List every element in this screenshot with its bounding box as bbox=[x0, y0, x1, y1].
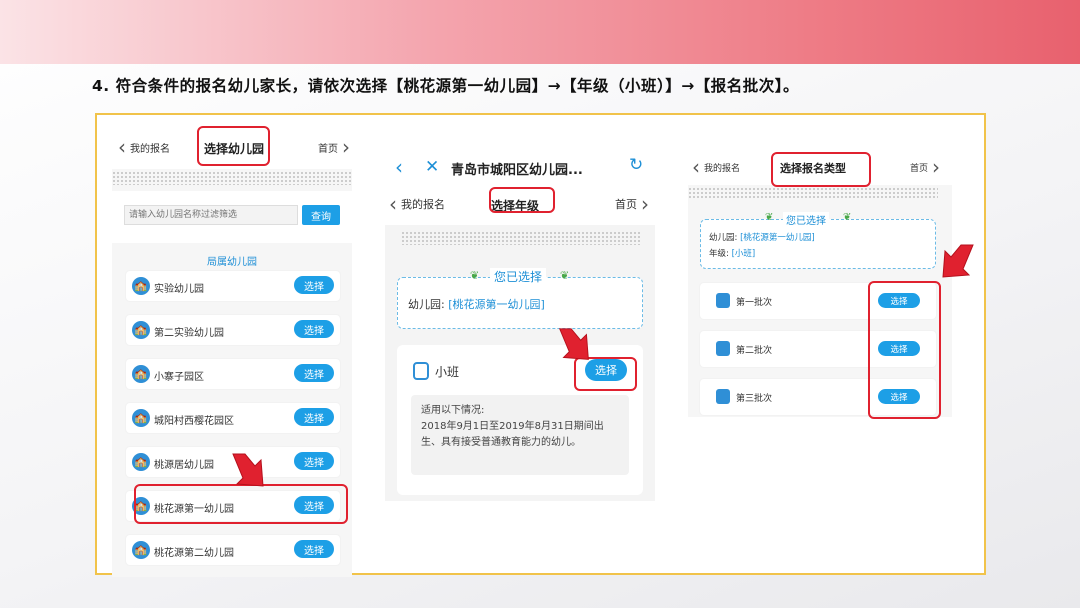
home-label: 首页 bbox=[615, 198, 637, 211]
red-arrow-icon bbox=[942, 244, 974, 278]
chevron-right-icon: › bbox=[342, 135, 350, 159]
info-line: 生、具有接受普通教育能力的幼儿。 bbox=[421, 437, 581, 448]
kindergarten-label: 幼儿园: bbox=[709, 233, 738, 243]
batch-name: 第三批次 bbox=[736, 394, 773, 404]
bookmark-icon bbox=[716, 293, 730, 308]
list-item: 🏫 小寨子园区 选择 bbox=[126, 359, 340, 389]
selection-summary: ❦ 您已选择 ❦ 幼儿园: [桃花源第一幼儿园] 年级: [小班] bbox=[700, 212, 936, 269]
highlight-title-grade bbox=[489, 187, 555, 213]
back-label: 我的报名 bbox=[704, 163, 741, 174]
grade-name: 小班 bbox=[435, 365, 460, 379]
chevron-right-icon: › bbox=[932, 155, 941, 179]
select-button[interactable]: 选择 bbox=[294, 320, 334, 338]
info-line: 2018年9月1日至2019年8月31日期间出 bbox=[421, 421, 604, 432]
school-icon: 🏫 bbox=[132, 277, 150, 295]
school-icon: 🏫 bbox=[132, 321, 150, 339]
instruction-text: 4. 符合条件的报名幼儿家长，请依次选择【桃花源第一幼儿园】→【年级（小班）】→… bbox=[92, 77, 800, 95]
info-line: 适用以下情况: bbox=[421, 405, 485, 416]
leaf-icon: ❦ bbox=[765, 212, 774, 223]
leaf-icon: ❦ bbox=[470, 269, 480, 282]
back-button[interactable]: ‹ 我的报名 bbox=[692, 157, 740, 177]
select-button[interactable]: 选择 bbox=[294, 276, 334, 294]
school-name: 桃花源第二幼儿园 bbox=[154, 548, 234, 559]
browser-title: 青岛市城阳区幼儿园... bbox=[451, 163, 583, 178]
list-item: 🏫 实验幼儿园 选择 bbox=[126, 271, 340, 301]
chevron-left-icon: ‹ bbox=[692, 155, 700, 179]
kindergarten-value: [桃花源第一幼儿园] bbox=[448, 298, 545, 311]
blurred-header-strip bbox=[112, 171, 352, 185]
search-bar: 查询 bbox=[112, 191, 352, 243]
back-label: 我的报名 bbox=[401, 198, 445, 211]
chevron-left-icon: ‹ bbox=[389, 192, 397, 216]
highlight-title-batch bbox=[771, 152, 871, 187]
header-band bbox=[0, 0, 1080, 64]
list-item: 🏫 城阳村西樱花园区 选择 bbox=[126, 403, 340, 433]
select-button[interactable]: 选择 bbox=[294, 408, 334, 426]
school-icon: 🏫 bbox=[132, 409, 150, 427]
batch-name: 第一批次 bbox=[736, 298, 773, 308]
home-label: 首页 bbox=[318, 143, 338, 155]
back-button[interactable]: ‹ 我的报名 bbox=[389, 194, 445, 214]
home-button[interactable]: 首页 › bbox=[318, 137, 350, 157]
home-button[interactable]: 首页 › bbox=[910, 157, 940, 177]
blurred-header-strip bbox=[688, 187, 938, 199]
red-arrow-icon bbox=[559, 328, 589, 360]
school-name: 桃源居幼儿园 bbox=[154, 460, 214, 471]
school-name: 城阳村西樱花园区 bbox=[154, 416, 234, 427]
back-label: 我的报名 bbox=[130, 143, 170, 155]
section-title: 局属幼儿园 bbox=[207, 257, 257, 268]
info-box: 适用以下情况: 2018年9月1日至2019年8月31日期间出 生、具有接受普通… bbox=[411, 395, 629, 475]
school-icon: 🏫 bbox=[132, 365, 150, 383]
leaf-icon: ❦ bbox=[560, 269, 570, 282]
home-label: 首页 bbox=[910, 163, 929, 174]
selected-heading: 您已选择 bbox=[783, 212, 829, 227]
home-button[interactable]: 首页 › bbox=[615, 194, 649, 214]
school-name: 第二实验幼儿园 bbox=[154, 328, 224, 339]
list-item: 🏫 第二实验幼儿园 选择 bbox=[126, 315, 340, 345]
select-button[interactable]: 选择 bbox=[294, 540, 334, 558]
school-name: 小寨子园区 bbox=[154, 372, 204, 383]
bookmark-icon bbox=[413, 362, 429, 380]
kindergarten-value: [桃花源第一幼儿园] bbox=[740, 233, 815, 243]
leaf-icon: ❦ bbox=[843, 212, 852, 223]
list-item: 🏫 桃花源第二幼儿园 选择 bbox=[126, 535, 340, 565]
refresh-icon[interactable]: ↻ bbox=[629, 155, 643, 175]
blurred-header-strip bbox=[401, 231, 641, 245]
select-button[interactable]: 选择 bbox=[294, 452, 334, 470]
grade-label: 年级: bbox=[709, 249, 729, 259]
school-icon: 🏫 bbox=[132, 541, 150, 559]
search-button[interactable]: 查询 bbox=[302, 205, 340, 225]
highlight-title-kindergarten bbox=[197, 126, 270, 166]
school-name: 实验幼儿园 bbox=[154, 284, 204, 295]
school-icon: 🏫 bbox=[132, 453, 150, 471]
screenshots-frame: ‹ 我的报名 选择幼儿园 首页 › 查询 局属幼儿园 🏫 实验幼儿园 选择 🏫 … bbox=[95, 113, 986, 577]
browser-bar: ‹ ✕ 青岛市城阳区幼儿园... ↻ bbox=[385, 149, 655, 185]
grade-value: [小班] bbox=[731, 249, 756, 259]
batch-name: 第二批次 bbox=[736, 346, 773, 356]
chevron-left-icon: ‹ bbox=[118, 135, 126, 159]
chevron-right-icon: › bbox=[641, 192, 649, 216]
close-icon[interactable]: ✕ bbox=[425, 157, 439, 177]
back-button[interactable]: ‹ 我的报名 bbox=[118, 137, 170, 157]
bookmark-icon bbox=[716, 389, 730, 404]
highlight-batch-buttons bbox=[868, 281, 941, 419]
bookmark-icon bbox=[716, 341, 730, 356]
search-input[interactable] bbox=[124, 205, 298, 225]
kindergarten-label: 幼儿园: bbox=[408, 298, 445, 311]
red-arrow-icon bbox=[232, 453, 264, 487]
selection-summary: ❦ 您已选择 ❦ 幼儿园: [桃花源第一幼儿园] bbox=[397, 268, 643, 329]
selected-heading: 您已选择 bbox=[490, 268, 547, 285]
back-arrow-icon[interactable]: ‹ bbox=[395, 155, 403, 179]
select-button[interactable]: 选择 bbox=[294, 364, 334, 382]
